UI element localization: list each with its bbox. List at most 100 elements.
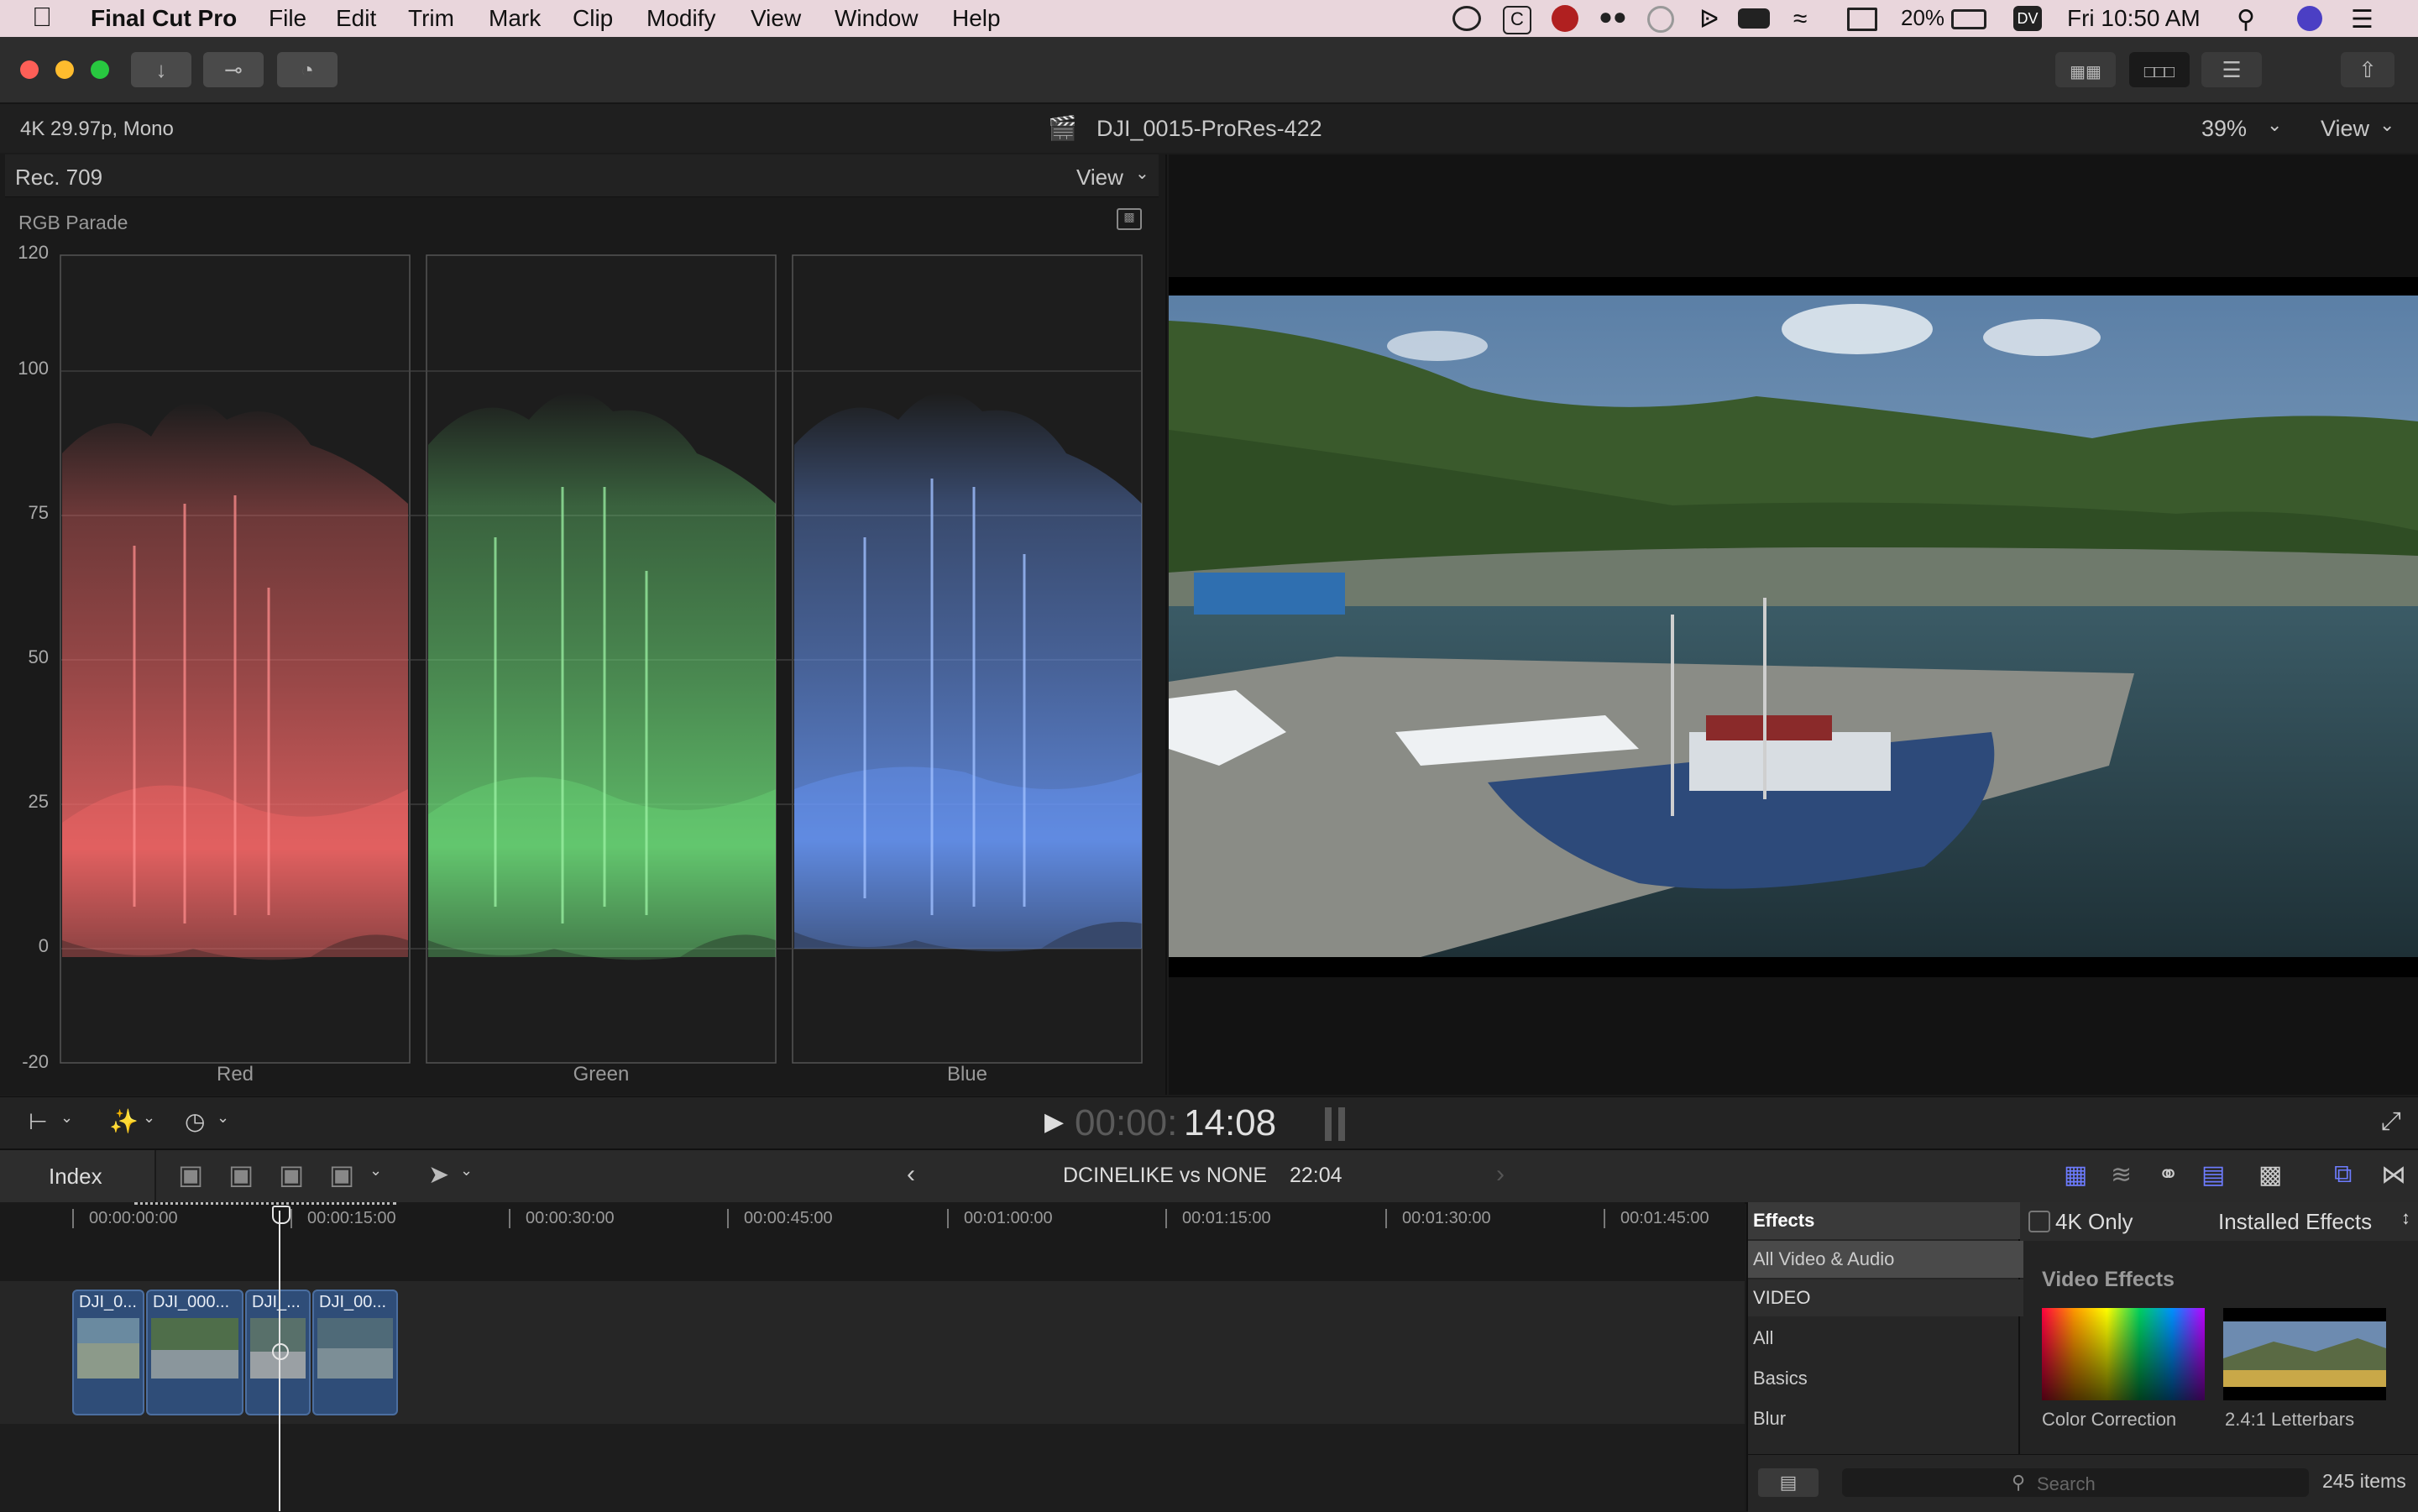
timeline-toggle-button[interactable]: □□□ xyxy=(2129,52,2190,87)
video-only-icon[interactable]: ▦ xyxy=(2064,1160,2087,1190)
share-button[interactable]: ⇧ xyxy=(2341,52,2394,87)
record-icon[interactable] xyxy=(1552,5,1578,32)
zoom-window-button[interactable] xyxy=(91,60,109,79)
scope-title: RGB Parade xyxy=(18,212,128,233)
app-menu[interactable]: Final Cut Pro xyxy=(91,5,237,32)
clip-label: DJI_... xyxy=(252,1293,301,1311)
forward-arrow-icon[interactable]: › xyxy=(1496,1160,1505,1189)
crop-icon[interactable]: ⊢ xyxy=(29,1109,48,1135)
append-clip-icon[interactable]: ▣ xyxy=(279,1159,304,1190)
connect-clip-icon[interactable]: ▣ xyxy=(178,1159,203,1190)
timeline-clip[interactable]: DJI_0... xyxy=(72,1290,144,1415)
close-window-button[interactable] xyxy=(20,60,39,79)
libraries-toggle-button[interactable]: ▦▦ xyxy=(2055,52,2116,87)
overwrite-clip-icon[interactable]: ▣ xyxy=(329,1159,354,1190)
menu-view[interactable]: View xyxy=(751,5,801,32)
insert-clip-icon[interactable]: ▣ xyxy=(228,1159,254,1190)
category-all-video-audio[interactable]: All Video & Audio xyxy=(1748,1241,2023,1278)
retime-speed-icon[interactable]: ◷ xyxy=(185,1107,205,1135)
effects-header[interactable]: Effects xyxy=(1748,1202,2023,1239)
snapping-icon[interactable]: ▤ xyxy=(2201,1160,2225,1190)
chevron-down-icon[interactable]: ⌄ xyxy=(369,1162,382,1180)
zoom-level[interactable]: 39% xyxy=(2201,116,2247,142)
menu-trim[interactable]: Trim xyxy=(408,5,454,32)
play-button[interactable]: ▶ xyxy=(1044,1107,1064,1137)
category-blur[interactable]: Blur xyxy=(1748,1400,2023,1437)
menu-modify[interactable]: Modify xyxy=(646,5,715,32)
updown-chevron-icon[interactable]: ↕ xyxy=(2401,1207,2410,1229)
viewer-view-menu[interactable]: View xyxy=(2321,116,2369,142)
clock[interactable]: Fri 10:50 AM xyxy=(2067,5,2201,32)
menu-file[interactable]: File xyxy=(269,5,306,32)
chevron-down-icon[interactable]: ⌄ xyxy=(217,1109,229,1127)
video-frame[interactable] xyxy=(1169,296,2418,957)
transitions-browser-icon[interactable]: ⋈ xyxy=(2381,1160,2406,1190)
colorspace-label: Rec. 709 xyxy=(15,165,103,190)
clip-appearance-icon[interactable]: ▩ xyxy=(2258,1160,2282,1190)
wechat-icon[interactable]: ●● xyxy=(1599,3,1627,29)
menu-mark[interactable]: Mark xyxy=(489,5,541,32)
chevron-down-icon[interactable]: ⌄ xyxy=(143,1109,155,1127)
menu-help[interactable]: Help xyxy=(952,5,1001,32)
playhead[interactable] xyxy=(279,1211,280,1511)
4k-only-label[interactable]: 4K Only xyxy=(2055,1209,2133,1235)
installed-effects-menu[interactable]: Installed Effects xyxy=(2218,1209,2372,1235)
notification-center-icon[interactable]: ☰ xyxy=(2351,5,2374,34)
4k-only-checkbox[interactable] xyxy=(2028,1211,2050,1232)
enhance-wand-icon[interactable]: ✨ xyxy=(109,1107,139,1135)
index-label[interactable]: Index xyxy=(49,1164,102,1190)
video-effects-title: Video Effects xyxy=(2042,1268,2175,1291)
scope-view-menu[interactable]: View xyxy=(1076,165,1123,191)
scope-settings-icon[interactable]: ▩ xyxy=(1117,208,1142,230)
airplay-icon[interactable] xyxy=(1847,8,1877,31)
playhead-handle[interactable] xyxy=(272,1206,290,1224)
timecode-display[interactable]: 14:08 xyxy=(1184,1102,1276,1144)
channel-label-red: Red xyxy=(216,1063,254,1086)
time-machine-icon[interactable] xyxy=(1647,6,1674,33)
effects-search-field[interactable]: ⚲ Search xyxy=(1842,1468,2309,1497)
inspector-toggle-button[interactable]: ☰ xyxy=(2201,52,2262,87)
creative-cloud-icon[interactable] xyxy=(1452,6,1481,31)
apple-icon[interactable]:  xyxy=(32,2,52,33)
category-all[interactable]: All xyxy=(1748,1320,2023,1357)
siri-icon[interactable] xyxy=(2297,6,2322,31)
background-tasks-button[interactable]: ◔ xyxy=(277,52,338,87)
effects-browser-icon[interactable]: ⧉ xyxy=(2334,1160,2352,1189)
minimize-window-button[interactable] xyxy=(55,60,74,79)
bluetooth-icon[interactable]: ᐉ xyxy=(1699,5,1719,34)
timeline-clip[interactable]: DJI_00... xyxy=(312,1290,398,1415)
ruler-tick: 00:01:15:00 xyxy=(1165,1209,1271,1228)
c-app-icon[interactable]: C xyxy=(1503,6,1531,34)
menu-window[interactable]: Window xyxy=(835,5,919,32)
spotlight-search-icon[interactable]: ⚲ xyxy=(2237,5,2255,34)
keywords-button[interactable]: ⊸ xyxy=(203,52,264,87)
chevron-down-icon[interactable]: ⌄ xyxy=(2267,114,2282,136)
chevron-down-icon[interactable]: ⌄ xyxy=(1135,163,1149,184)
chevron-down-icon[interactable]: ⌄ xyxy=(60,1109,73,1127)
menu-edit[interactable]: Edit xyxy=(336,5,376,32)
chevron-down-icon[interactable]: ⌄ xyxy=(460,1162,473,1180)
wifi-icon[interactable]: ≈ xyxy=(1793,5,1807,34)
timeline[interactable]: 00:00:00:00 00:00:15:00 00:00:30:00 00:0… xyxy=(0,1202,1745,1511)
sidebar-toggle-button[interactable]: ▤ xyxy=(1758,1468,1819,1497)
progress-circle-icon: ◔ xyxy=(301,57,314,82)
range-indicator xyxy=(134,1202,396,1208)
category-basics[interactable]: Basics xyxy=(1748,1360,2023,1397)
y-tick-label: 120 xyxy=(18,242,49,263)
import-button[interactable]: ↓ xyxy=(131,52,191,87)
ruler-tick: 00:00:15:00 xyxy=(290,1209,396,1228)
memory-icon[interactable] xyxy=(1738,8,1770,29)
headphones-icon[interactable]: ⚭ xyxy=(2158,1160,2179,1190)
select-tool-icon[interactable]: ➤ xyxy=(428,1160,449,1190)
chevron-down-icon[interactable]: ⌄ xyxy=(2379,114,2394,136)
timeline-clip[interactable]: DJI_000... xyxy=(146,1290,243,1415)
battery-icon[interactable] xyxy=(1951,9,1986,29)
effect-thumbnail-letterbars[interactable] xyxy=(2223,1308,2386,1400)
menu-clip[interactable]: Clip xyxy=(573,5,613,32)
fullscreen-icon[interactable]: ⤢ xyxy=(2381,1107,2401,1136)
audio-waveform-icon[interactable]: ≋ xyxy=(2111,1160,2132,1190)
effect-thumbnail-color-correction[interactable] xyxy=(2042,1308,2205,1400)
clapper-icon: 🎬 xyxy=(1048,115,1077,141)
dv-badge[interactable]: DV xyxy=(2013,6,2042,31)
back-arrow-icon[interactable]: ‹ xyxy=(907,1160,915,1189)
